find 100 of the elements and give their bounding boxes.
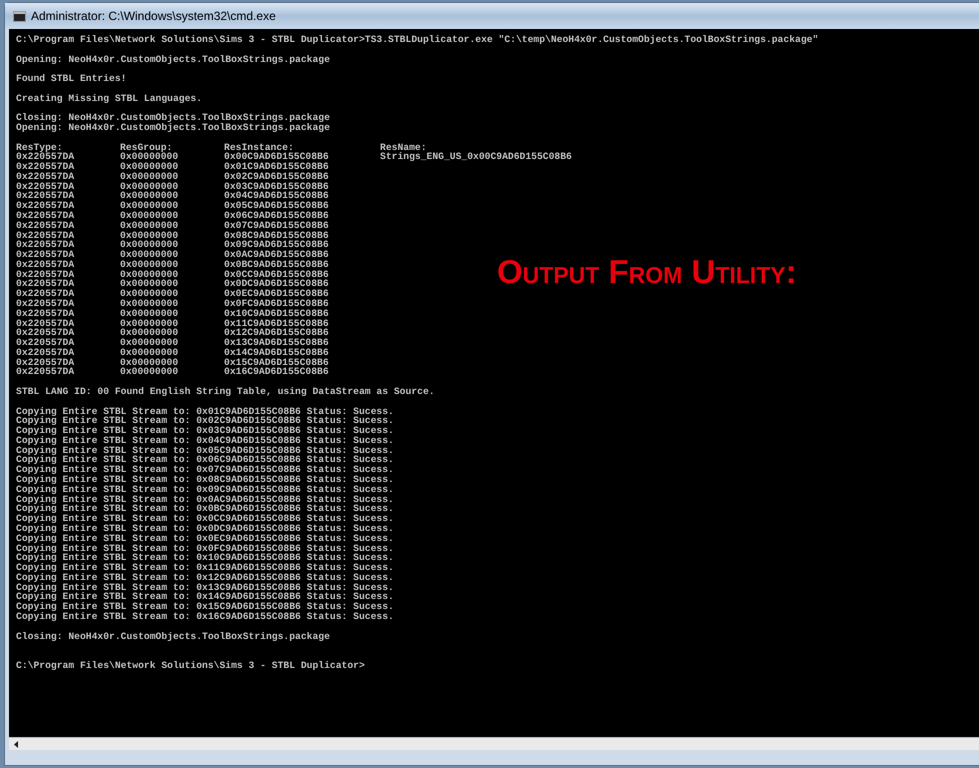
console-line: Closing: NeoH4x0r.CustomObjects.ToolBoxStrings.package (16, 113, 330, 123)
table-cell: 0x220557DA (16, 258, 74, 270)
table-cell: 0x220557DA (16, 337, 74, 348)
table-cell: 0x220557DA (16, 249, 74, 260)
table-cell: 0x00C9AD6D155C08B6 (224, 151, 329, 162)
table-cell: 0x00000000 (120, 298, 178, 310)
table-cell: 0x00000000 (120, 258, 178, 270)
table-cell: 0x14C9AD6D155C08B6 (224, 346, 329, 358)
table-cell: 0x00000000 (120, 161, 178, 172)
console-line: Copying Entire STBL Stream to: 0x0DC9AD6D155C08B6 Status: Sucess. (16, 524, 394, 534)
console-icon (13, 10, 26, 22)
table-cell: 0x00000000 (120, 170, 178, 182)
table-cell: 0x00000000 (120, 346, 178, 358)
table-cell: 0x220557DA (16, 190, 74, 202)
table-cell: 0x220557DA (16, 318, 74, 329)
table-cell: 0x220557DA (16, 356, 74, 368)
console-line: STBL LANG ID: 00 Found English String Table, using DataStream as Source. (16, 387, 435, 397)
console-line: Creating Missing STBL Languages. (16, 94, 202, 104)
console-line: Opening: NeoH4x0r.CustomObjects.ToolBoxStrings.package (16, 122, 330, 133)
table-cell: 0x0DC9AD6D155C08B6 (224, 278, 329, 290)
table-cell: 0x05C9AD6D155C08B6 (224, 200, 329, 212)
console-line: Copying Entire STBL Stream to: 0x13C9AD6D155C08B6 Status: Sucess. (16, 582, 394, 592)
table-cell: 0x00000000 (120, 180, 178, 192)
column-header: ResInstance: (224, 142, 294, 153)
console-line: Copying Entire STBL Stream to: 0x0CC9AD6D155C08B6 Status: Sucess. (16, 514, 394, 524)
table-cell: 0x0FC9AD6D155C08B6 (224, 298, 329, 310)
horizontal-scrollbar[interactable] (9, 737, 979, 750)
console-line: Copying Entire STBL Stream to: 0x15C9AD6D155C08B6 Status: Sucess. (16, 602, 394, 612)
console-line: Copying Entire STBL Stream to: 0x06C9AD6D155C08B6 Status: Sucess. (16, 455, 394, 466)
table-cell: 0x00000000 (120, 268, 178, 280)
table-cell: 0x220557DA (16, 346, 74, 358)
table-cell: 0x220557DA (16, 161, 74, 172)
console-line: Copying Entire STBL Stream to: 0x11C9AD6D155C08B6 Status: Sucess. (16, 563, 394, 573)
column-header: ResGroup: (120, 142, 172, 153)
console-line: Copying Entire STBL Stream to: 0x09C9AD6D155C08B6 Status: Sucess. (16, 484, 394, 495)
console-line: Opening: NeoH4x0r.CustomObjects.ToolBoxStrings.package (16, 54, 330, 64)
table-cell: 0x00000000 (120, 190, 178, 202)
table-cell: 0x00000000 (120, 327, 178, 338)
table-cell: 0x00000000 (120, 318, 178, 329)
table-cell: 0x03C9AD6D155C08B6 (224, 180, 329, 192)
table-cell: 0x0AC9AD6D155C08B6 (224, 249, 329, 260)
table-cell: 0x220557DA (16, 180, 74, 192)
console-line: C:\Program Files\Network Solutions\Sims 3 - STBL Duplicator>TS3.STBLDuplicator.exe "C:\temp\NeoH4x0r.CustomObjects.ToolBoxStrings.package" (16, 35, 818, 45)
table-cell: 0x220557DA (16, 210, 74, 221)
table-cell: 0x00000000 (120, 249, 178, 260)
table-cell: 0x0CC9AD6D155C08B6 (224, 268, 329, 280)
console-line: Copying Entire STBL Stream to: 0x0BC9AD6D155C08B6 Status: Sucess. (16, 504, 394, 514)
column-header: ResName: (380, 142, 427, 153)
console-line: Copying Entire STBL Stream to: 0x14C9AD6D155C08B6 Status: Sucess. (16, 592, 394, 602)
table-cell: 0x0BC9AD6D155C08B6 (224, 258, 329, 270)
console-line: Copying Entire STBL Stream to: 0x16C9AD6D155C08B6 Status: Sucess. (16, 612, 394, 622)
command-prompt: C:\Program Files\Network Solutions\Sims 3 - STBL Duplicator> (16, 660, 365, 671)
table-cell: 0x04C9AD6D155C08B6 (224, 190, 329, 202)
table-cell: 0x0EC9AD6D155C08B6 (224, 288, 329, 300)
table-cell: 0x13C9AD6D155C08B6 (224, 337, 329, 348)
table-cell: 0x220557DA (16, 151, 74, 162)
table-cell: 0x220557DA (16, 200, 74, 212)
table-cell: 0x00000000 (120, 151, 178, 162)
table-cell: 0x220557DA (16, 288, 74, 300)
table-cell: 0x16C9AD6D155C08B6 (224, 366, 329, 378)
table-cell: 0x00000000 (120, 356, 178, 368)
table-cell: 0x00000000 (120, 308, 178, 319)
console-line: Copying Entire STBL Stream to: 0x0EC9AD6D155C08B6 Status: Sucess. (16, 534, 394, 544)
table-cell: 0x220557DA (16, 327, 74, 338)
table-cell: 0x10C9AD6D155C08B6 (224, 308, 329, 319)
table-cell: 0x00000000 (120, 239, 178, 250)
column-header: ResType: (16, 142, 63, 153)
table-cell: 0x00000000 (120, 288, 178, 300)
table-cell: 0x15C9AD6D155C08B6 (224, 356, 329, 368)
table-cell: 0x00000000 (120, 337, 178, 348)
table-cell: 0x09C9AD6D155C08B6 (224, 239, 329, 250)
window-title: Administrator: C:\Windows\system32\cmd.exe (31, 8, 276, 25)
console-line: Copying Entire STBL Stream to: 0x01C9AD6D155C08B6 Status: Sucess. (16, 406, 394, 416)
table-cell: 0x00000000 (120, 200, 178, 212)
table-cell: 0x00000000 (120, 230, 178, 241)
table-cell: Strings_ENG_US_0x00C9AD6D155C08B6 (380, 151, 572, 162)
table-cell: 0x220557DA (16, 170, 74, 182)
table-cell: 0x220557DA (16, 308, 74, 319)
table-cell: 0x00000000 (120, 210, 178, 221)
console-line: Copying Entire STBL Stream to: 0x02C9AD6D155C08B6 Status: Sucess. (16, 416, 394, 426)
console-line: Found STBL Entries! (16, 74, 126, 84)
table-cell: 0x08C9AD6D155C08B6 (224, 230, 329, 241)
console-line: Copying Entire STBL Stream to: 0x0FC9AD6D155C08B6 Status: Sucess. (16, 544, 394, 554)
table-cell: 0x00000000 (120, 366, 178, 378)
console-line: Copying Entire STBL Stream to: 0x07C9AD6D155C08B6 Status: Sucess. (16, 465, 394, 476)
table-cell: 0x220557DA (16, 268, 74, 280)
table-cell: 0x00000000 (120, 278, 178, 290)
table-cell: 0x220557DA (16, 366, 74, 378)
table-cell: 0x220557DA (16, 278, 74, 290)
table-cell: 0x220557DA (16, 220, 74, 231)
console-line: Copying Entire STBL Stream to: 0x08C9AD6D155C08B6 Status: Sucess. (16, 475, 394, 485)
table-cell: 0x12C9AD6D155C08B6 (224, 327, 329, 338)
table-cell: 0x07C9AD6D155C08B6 (224, 220, 329, 231)
table-cell: 0x00000000 (120, 220, 178, 231)
table-cell: 0x11C9AD6D155C08B6 (224, 318, 329, 329)
table-cell: 0x220557DA (16, 298, 74, 310)
table-cell: 0x06C9AD6D155C08B6 (224, 210, 329, 221)
table-cell: 0x220557DA (16, 239, 74, 250)
console-line: Copying Entire STBL Stream to: 0x03C9AD6D155C08B6 Status: Sucess. (16, 426, 394, 436)
table-cell: 0x02C9AD6D155C08B6 (224, 170, 329, 182)
